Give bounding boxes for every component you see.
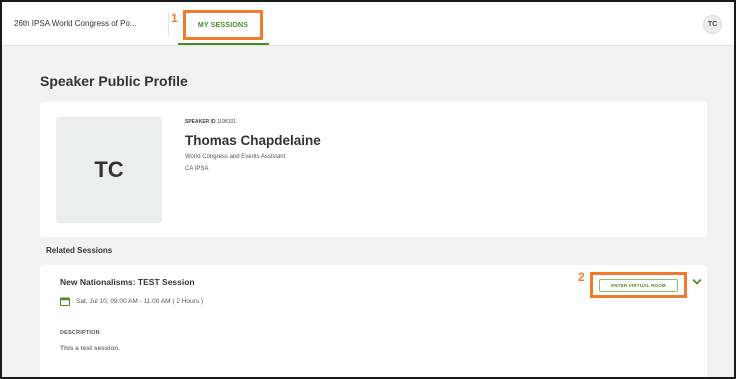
speaker-id: SPEAKER ID 1198101: [185, 119, 236, 125]
session-datetime: Sat, Jul 10, 09:00 AM - 11:00 AM ( 2 Hou…: [60, 297, 203, 306]
speaker-avatar: TC: [56, 117, 162, 223]
description-label: DESCRIPTION: [60, 330, 100, 336]
app-window: 26th IPSA World Congress of Po... 1 MY S…: [0, 0, 736, 379]
session-datetime-text: Sat, Jul 10, 09:00 AM - 11:00 AM ( 2 Hou…: [76, 298, 204, 305]
speaker-profile-card: TC SPEAKER ID 1198101 Thomas Chapdelaine…: [40, 102, 707, 237]
speaker-id-label: SPEAKER ID: [185, 119, 216, 125]
speaker-role: World Congress and Events Assistant: [185, 154, 286, 160]
calendar-icon: [60, 297, 70, 306]
event-title[interactable]: 26th IPSA World Congress of Po...: [14, 2, 174, 46]
speaker-organization: CA IPSA: [185, 166, 209, 172]
related-sessions-heading: Related Sessions: [46, 246, 113, 255]
user-avatar[interactable]: TC: [703, 15, 722, 34]
session-description: This a test session.: [60, 345, 120, 352]
chevron-down-icon[interactable]: [692, 278, 702, 286]
session-card: New Nationalisms: TEST Session Sat, Jul …: [40, 265, 707, 377]
enter-virtual-room-button[interactable]: ENTER VIRTUAL ROOM: [590, 272, 687, 298]
active-tab-indicator: [178, 43, 269, 45]
speaker-name: Thomas Chapdelaine: [185, 133, 321, 148]
enter-virtual-room-label: ENTER VIRTUAL ROOM: [599, 278, 678, 292]
step-marker-2: 2: [578, 270, 585, 284]
page-title: Speaker Public Profile: [40, 73, 188, 89]
tab-my-sessions[interactable]: MY SESSIONS: [183, 10, 263, 40]
divider: [168, 12, 169, 36]
tab-label: MY SESSIONS: [197, 21, 249, 29]
step-marker-1: 1: [171, 11, 178, 25]
session-title[interactable]: New Nationalisms: TEST Session: [60, 277, 195, 287]
top-navigation-bar: 26th IPSA World Congress of Po... 1 MY S…: [2, 2, 734, 46]
speaker-id-value: 1198101: [216, 119, 237, 125]
